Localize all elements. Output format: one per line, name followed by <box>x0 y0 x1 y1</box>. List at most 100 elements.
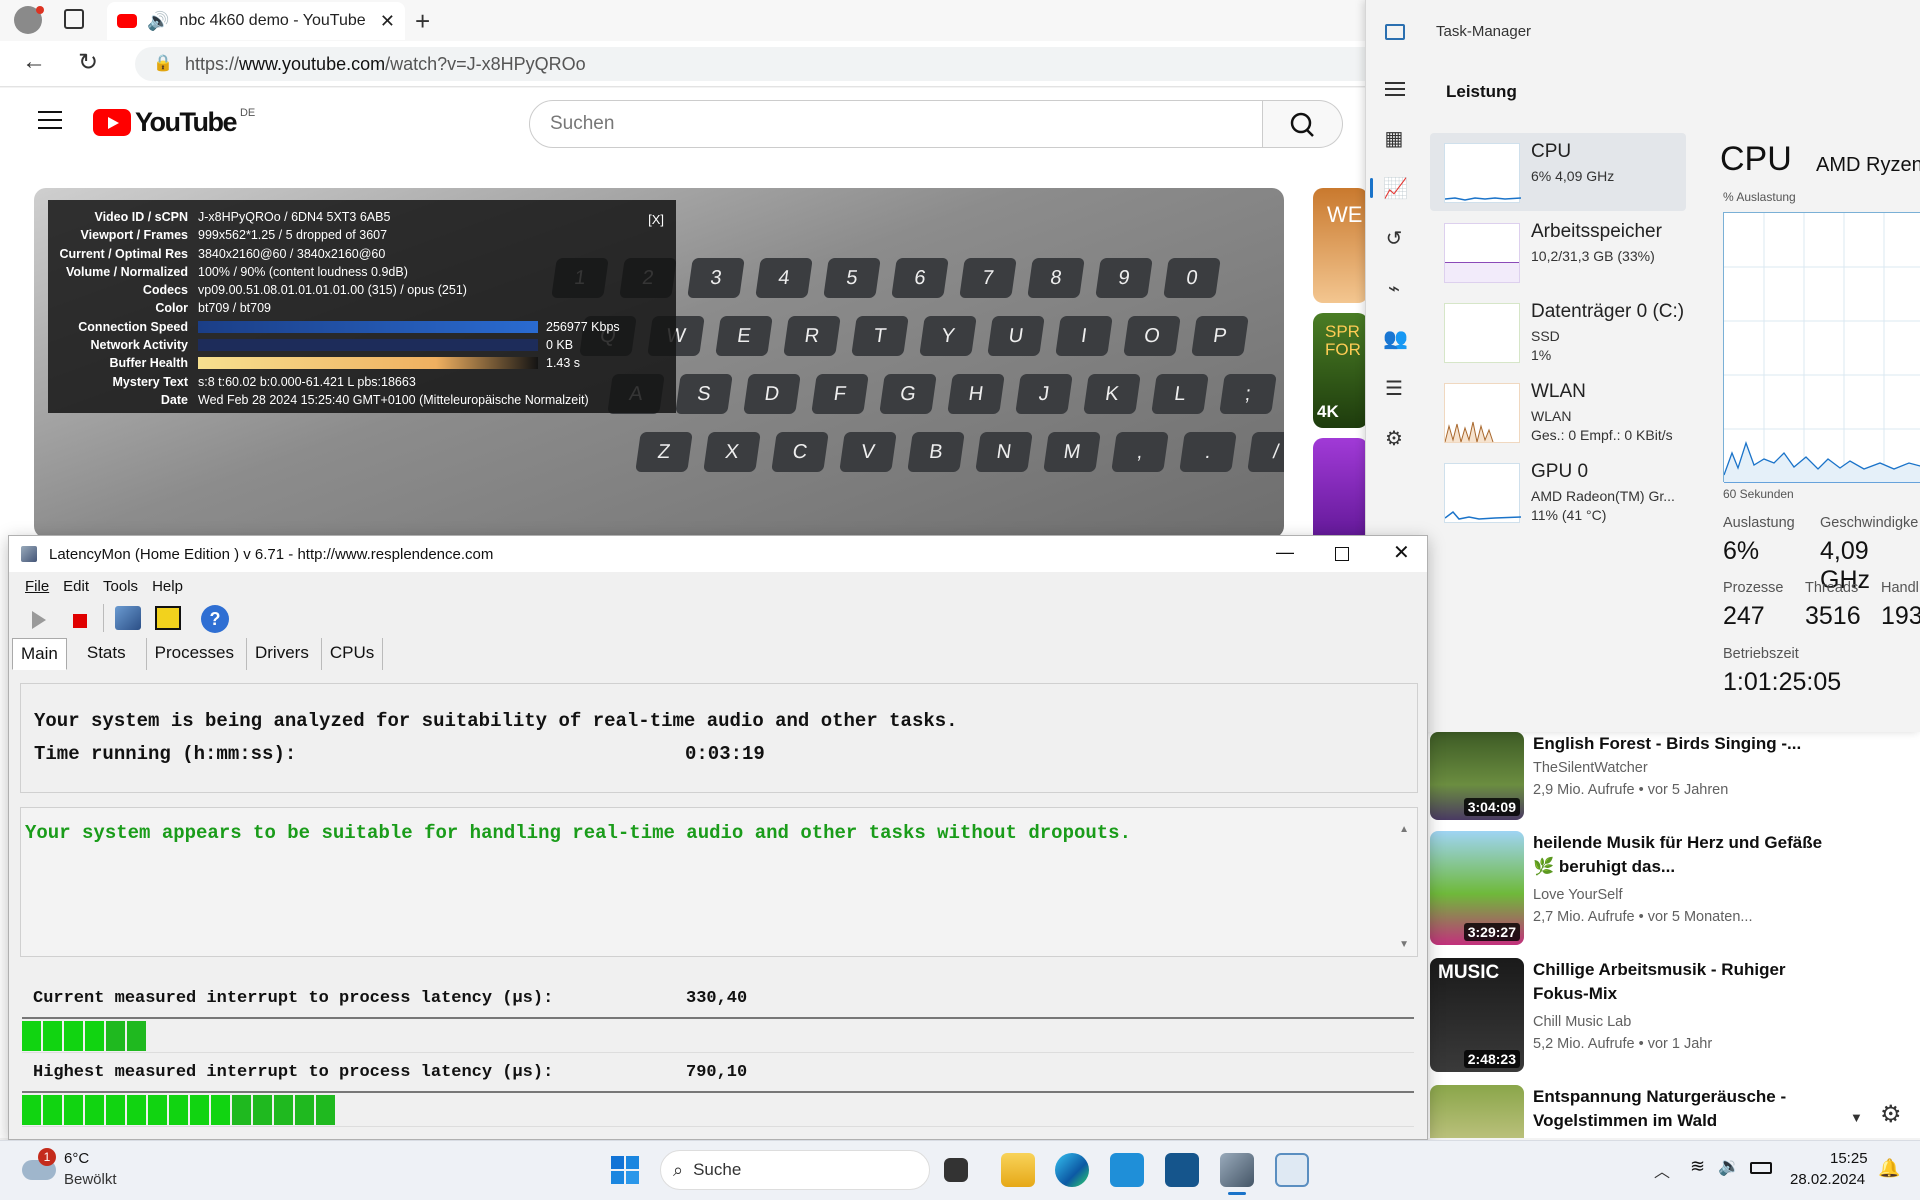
perf-item-disk[interactable]: Datenträger 0 (C:) SSD 1% <box>1430 293 1686 371</box>
video-thumbnail[interactable]: 3:04:09 <box>1430 732 1524 820</box>
menu-file[interactable]: File <box>25 578 49 595</box>
users-icon[interactable]: 👥 <box>1383 328 1408 350</box>
search-button[interactable] <box>1263 100 1343 148</box>
browser-tab-active[interactable]: 🔊 nbc 4k60 demo - YouTube ✕ <box>107 2 405 40</box>
stats-value: 100% / 90% (content loudness 0.9dB) <box>198 264 408 279</box>
windows-start-icon[interactable] <box>611 1156 639 1184</box>
video-title[interactable]: Entspannung Naturgeräusche - Vogelstimme… <box>1533 1085 1823 1133</box>
channel-name[interactable]: Love YourSelf <box>1533 887 1623 903</box>
perf-item-name: Datenträger 0 (C:) <box>1531 301 1685 322</box>
back-icon[interactable]: ← <box>22 48 46 76</box>
perf-item-gpu[interactable]: GPU 0 AMD Radeon(TM) Gr... 11% (41 °C) <box>1430 453 1686 531</box>
weather-temp[interactable]: 6°C <box>64 1150 89 1167</box>
analyze-icon[interactable] <box>115 606 141 630</box>
clock-date[interactable]: 28.02.2024 <box>1790 1171 1865 1188</box>
task-manager-app-icon <box>1385 24 1405 40</box>
latencymon-taskbar-icon[interactable] <box>1220 1153 1254 1187</box>
keyboard-key: R <box>783 316 841 356</box>
clock-time[interactable]: 15:25 <box>1830 1150 1868 1167</box>
menu-help[interactable]: Help <box>152 578 183 595</box>
myhp-icon[interactable] <box>1110 1153 1144 1187</box>
hamburger-menu-icon[interactable] <box>38 111 62 129</box>
processes-icon[interactable]: ▦ <box>1383 128 1405 150</box>
stats-key: Codecs <box>142 283 188 298</box>
new-tab-button[interactable]: + <box>415 6 430 37</box>
url-field[interactable]: 🔒 https://www.youtube.com/watch?v=J-x8HP… <box>135 47 1385 81</box>
keyboard-key: D <box>743 374 801 414</box>
stop-icon[interactable] <box>73 614 87 628</box>
keyboard-key: Z <box>635 432 693 472</box>
volume-icon[interactable]: 🔉 <box>1718 1156 1740 1177</box>
audio-app-icon[interactable] <box>1165 1153 1199 1187</box>
speaker-icon[interactable]: 🔊 <box>147 11 169 32</box>
battery-icon[interactable] <box>1750 1162 1772 1174</box>
sidebar-video[interactable]: MUSIC 2:48:23 Chillige Arbeitsmusik - Ruh… <box>1430 958 1850 1078</box>
play-icon[interactable] <box>32 611 46 629</box>
reload-icon[interactable]: ↻ <box>78 48 98 77</box>
close-button[interactable]: ✕ <box>1393 540 1410 565</box>
task-view-icon[interactable] <box>944 1158 968 1182</box>
latency-bar-segment <box>253 1095 272 1125</box>
video-title[interactable]: heilende Musik für Herz und Gefäße 🌿 ber… <box>1533 831 1823 879</box>
startup-apps-icon[interactable]: ⌁ <box>1383 278 1405 300</box>
windows-icon[interactable] <box>155 606 181 630</box>
nav-menu-icon[interactable] <box>1385 82 1405 96</box>
latency-bar-segment <box>106 1095 125 1125</box>
url-prefix: https:// <box>185 53 240 74</box>
help-icon[interactable]: ? <box>201 605 229 633</box>
stats-key: Mystery Text <box>112 374 189 389</box>
file-explorer-icon[interactable] <box>1001 1153 1035 1187</box>
close-tab-icon[interactable]: ✕ <box>380 11 395 32</box>
app-history-icon[interactable]: ↺ <box>1383 228 1405 250</box>
scroll-down-icon[interactable]: ▼ <box>1850 1110 1863 1125</box>
tab-actions-icon[interactable] <box>64 9 84 29</box>
scroll-up-icon[interactable]: ▲ <box>1399 824 1409 835</box>
tab-drivers[interactable]: Drivers <box>245 638 317 670</box>
wifi-icon[interactable]: ≋ <box>1690 1156 1705 1177</box>
perf-item-wlan[interactable]: WLAN WLAN Ges.: 0 Empf.: 0 KBit/s <box>1430 373 1686 451</box>
performance-icon[interactable]: 📈 <box>1383 178 1408 200</box>
minimize-button[interactable]: — <box>1276 542 1294 563</box>
channel-name[interactable]: Chill Music Lab <box>1533 1014 1631 1030</box>
maximize-button[interactable] <box>1335 547 1349 561</box>
scroll-down-icon[interactable]: ▼ <box>1399 939 1409 950</box>
weather-desc[interactable]: Bewölkt <box>64 1171 117 1188</box>
video-title[interactable]: English Forest - Birds Singing -... <box>1533 732 1823 756</box>
edge-icon[interactable] <box>1055 1153 1089 1187</box>
video-title[interactable]: Chillige Arbeitsmusik - Ruhiger Fokus-Mi… <box>1533 958 1823 1006</box>
services-icon[interactable]: ⚙ <box>1383 428 1405 450</box>
stats-value: s:8 t:60.02 b:0.000-61.421 L pbs:18663 <box>198 374 416 389</box>
menu-edit[interactable]: Edit <box>63 578 89 595</box>
tray-chevron-icon[interactable]: ︿ <box>1654 1158 1670 1182</box>
recommendation-thumb[interactable]: SPR FOR 4K <box>1313 313 1368 428</box>
youtube-logo[interactable]: YouTube DE <box>93 107 255 138</box>
taskbar-search[interactable]: ⌕ Suche <box>660 1150 930 1190</box>
task-manager-taskbar-icon[interactable] <box>1275 1153 1309 1187</box>
current-latency-track <box>22 1017 1414 1053</box>
stats-value: J-x8HPyQROo / 6DN4 5XT3 6AB5 <box>198 210 391 224</box>
tab-cpus[interactable]: CPUs <box>320 638 384 670</box>
details-icon[interactable]: ☰ <box>1383 378 1405 400</box>
video-thumbnail[interactable]: 3:29:27 <box>1430 831 1524 945</box>
settings-gear-icon[interactable]: ⚙ <box>1880 1100 1902 1129</box>
latency-bar-segment <box>43 1021 62 1051</box>
stats-close-button[interactable]: [X] <box>648 212 664 227</box>
perf-item-detail: 10,2/31,3 GB (33%) <box>1531 248 1655 264</box>
video-thumbnail[interactable] <box>1430 1085 1524 1138</box>
sidebar-video[interactable]: Entspannung Naturgeräusche - Vogelstimme… <box>1430 1085 1850 1138</box>
tab-processes[interactable]: Processes <box>145 638 242 670</box>
perf-item-memory[interactable]: Arbeitsspeicher 10,2/31,3 GB (33%) <box>1430 213 1686 291</box>
menu-tools[interactable]: Tools <box>103 578 138 595</box>
notification-bell-icon[interactable]: 🔔 <box>1878 1158 1900 1179</box>
perf-item-cpu[interactable]: CPU 6% 4,09 GHz <box>1430 133 1686 211</box>
tab-main[interactable]: Main <box>12 638 67 670</box>
video-thumbnail[interactable]: MUSIC 2:48:23 <box>1430 958 1524 1072</box>
tab-stats[interactable]: Stats <box>78 638 134 670</box>
stat-label: Betriebszeit <box>1723 646 1799 662</box>
recommendation-thumb[interactable]: WE <box>1313 188 1368 303</box>
sidebar-video[interactable]: 3:29:27 heilende Musik für Herz und Gefä… <box>1430 831 1850 951</box>
search-input[interactable]: Suchen <box>529 100 1263 148</box>
channel-name[interactable]: TheSilentWatcher <box>1533 760 1648 776</box>
stats-key: Date <box>160 392 188 407</box>
keyboard-key: V <box>839 432 897 472</box>
